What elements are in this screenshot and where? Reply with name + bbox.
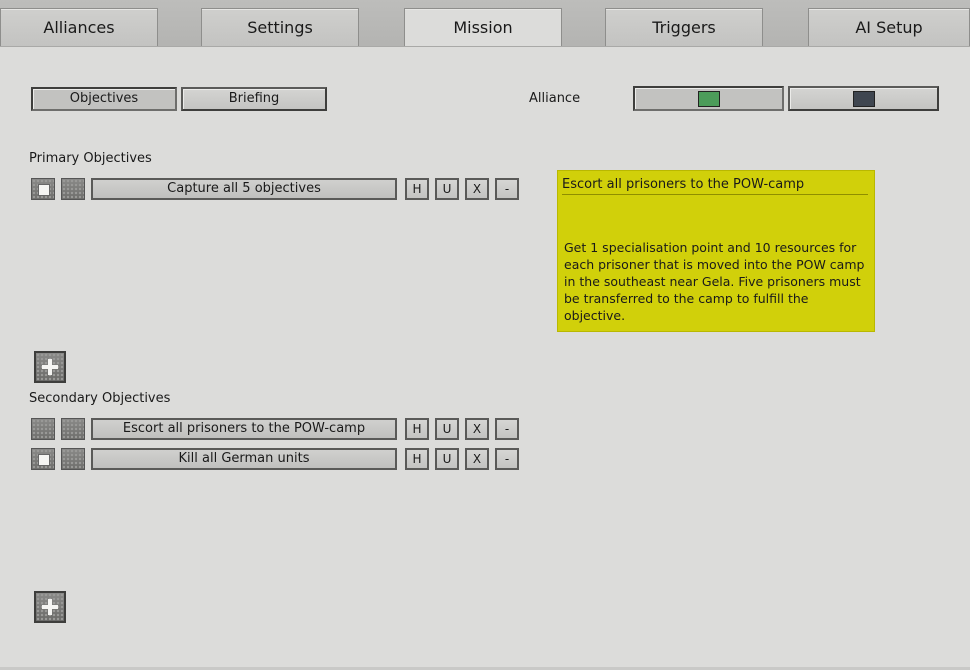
mission-panel [0,46,970,667]
add-icon-vertical [48,599,52,615]
primary-objectives-heading: Primary Objectives [29,151,152,166]
tab-triggers[interactable]: Triggers [605,8,763,46]
add-icon-vertical [48,359,52,375]
tab-ai-setup[interactable]: AI Setup [808,8,970,46]
objectives-subtab-button[interactable]: Objectives [31,87,177,111]
secondary-objective-1-type-icon[interactable] [61,418,85,440]
primary-objective-1-x-button[interactable]: X [465,178,489,200]
secondary-objective-2-u-button[interactable]: U [435,448,459,470]
alliance-2-color-swatch [852,90,875,107]
note-body: Get 1 specialisation point and 10 resour… [564,240,865,323]
tab-mission[interactable]: Mission [404,8,562,50]
secondary-objective-1-x-button[interactable]: X [465,418,489,440]
checkbox-icon [38,184,50,196]
secondary-objective-2-name[interactable]: Kill all German units [91,448,397,470]
add-secondary-objective-button[interactable] [34,591,66,623]
briefing-subtab-button[interactable]: Briefing [181,87,327,111]
secondary-objectives-heading: Secondary Objectives [29,391,171,406]
alliance-1-color-swatch [697,90,720,107]
secondary-objective-2-x-button[interactable]: X [465,448,489,470]
primary-objective-1-u-button[interactable]: U [435,178,459,200]
secondary-objective-1-checkbox[interactable] [31,418,55,440]
secondary-objective-2-type-icon[interactable] [61,448,85,470]
add-primary-objective-button[interactable] [34,351,66,383]
primary-objective-1-type-icon[interactable] [61,178,85,200]
tab-bar: Alliances Settings Mission Triggers AI S… [0,0,970,50]
tab-settings[interactable]: Settings [201,8,359,46]
secondary-objective-1-remove-button[interactable]: - [495,418,519,440]
primary-objective-1-h-button[interactable]: H [405,178,429,200]
checkbox-icon [38,454,50,466]
secondary-objective-1-name[interactable]: Escort all prisoners to the POW-camp [91,418,397,440]
alliance-label: Alliance [529,91,581,106]
primary-objective-1-checkbox[interactable] [31,178,55,200]
secondary-objective-2-remove-button[interactable]: - [495,448,519,470]
secondary-objective-2-checkbox[interactable] [31,448,55,470]
note-title: Escort all prisoners to the POW-camp [562,177,868,195]
secondary-objective-2-h-button[interactable]: H [405,448,429,470]
alliance-2-button[interactable] [788,86,939,111]
objective-description-note[interactable]: Escort all prisoners to the POW-camp Get… [557,170,875,332]
primary-objective-1-name[interactable]: Capture all 5 objectives [91,178,397,200]
secondary-objective-1-h-button[interactable]: H [405,418,429,440]
alliance-1-button[interactable] [633,86,784,111]
primary-objective-1-remove-button[interactable]: - [495,178,519,200]
tab-alliances[interactable]: Alliances [0,8,158,46]
secondary-objective-1-u-button[interactable]: U [435,418,459,440]
